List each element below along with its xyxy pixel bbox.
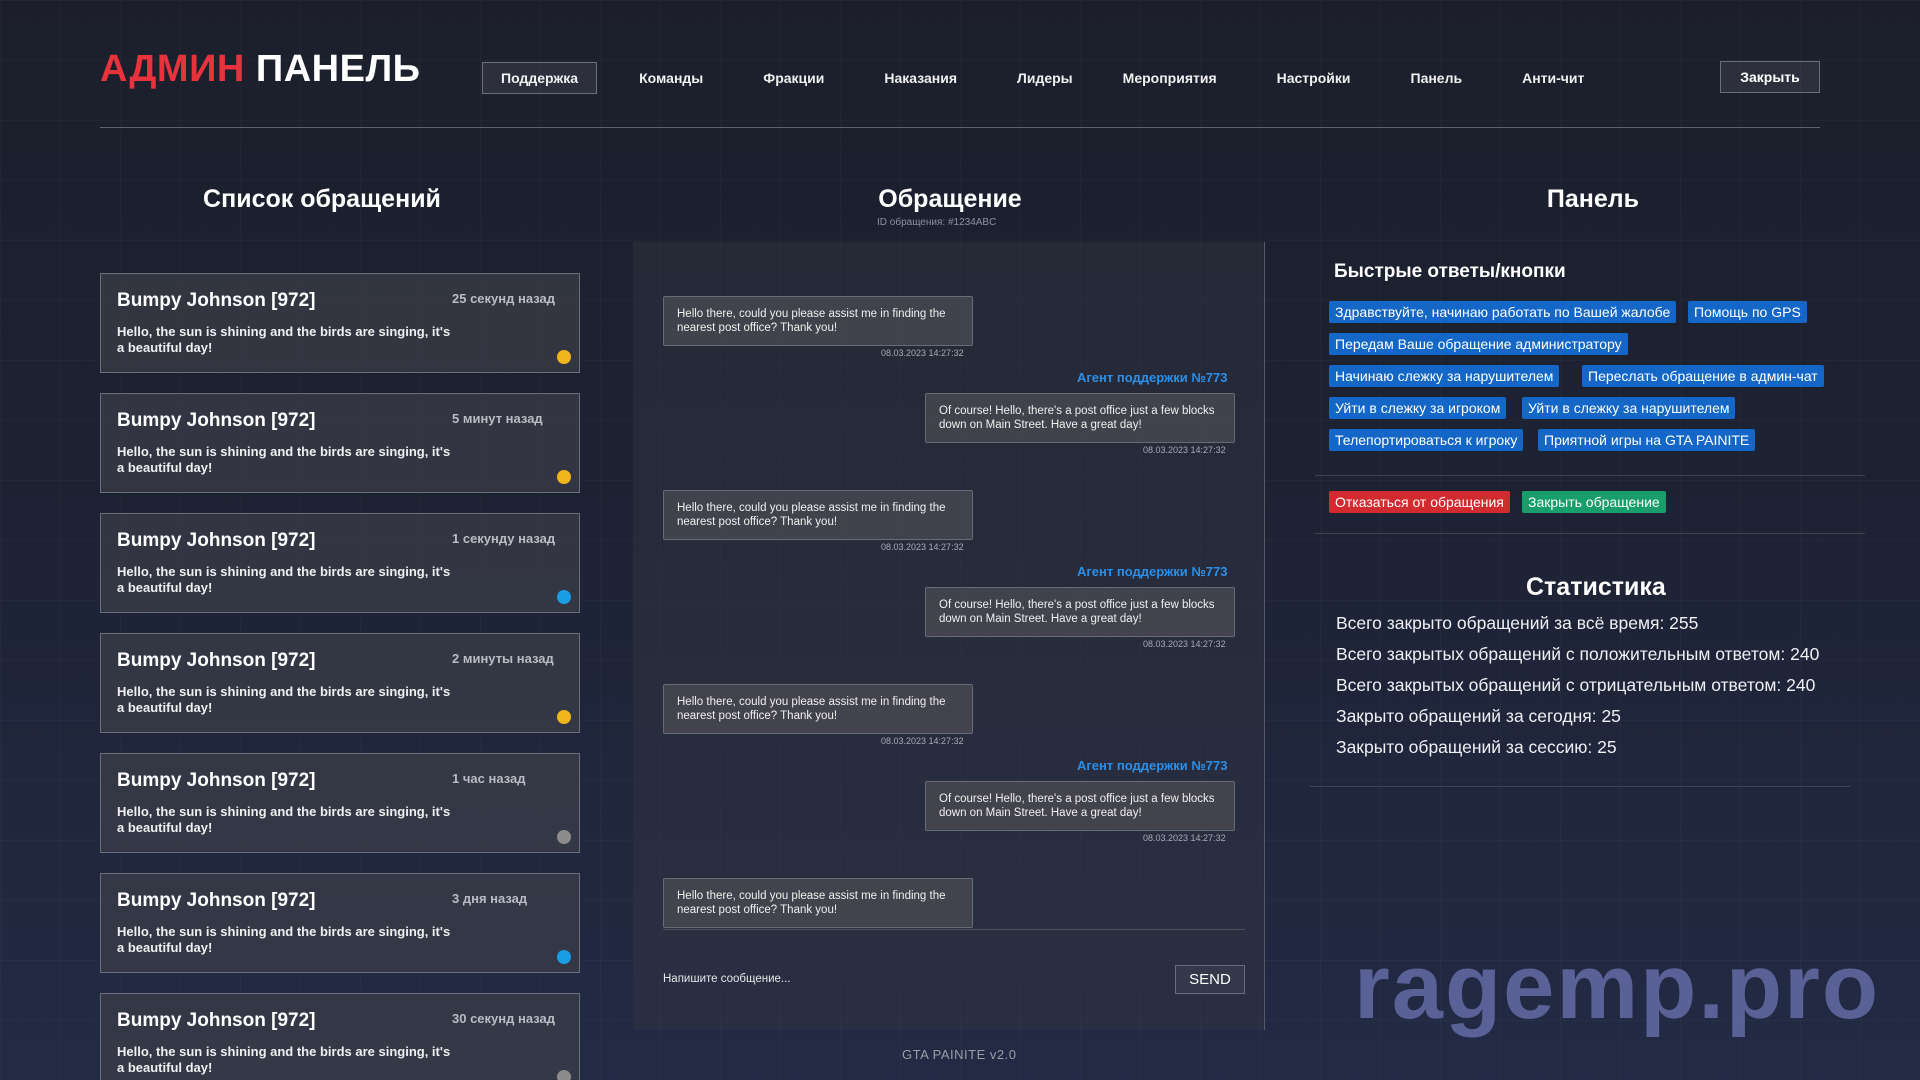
ticket-message: Hello, the sun is shining and the birds … [117,1044,451,1075]
quick-reply-button[interactable]: Помощь по GPS [1688,301,1807,323]
panel-divider [1315,475,1865,476]
stat-negative: Всего закрытых обращений с отрицательным… [1336,675,1816,695]
watermark: ragemp.pro [1354,936,1881,1038]
ticket-message: Hello, the sun is shining and the birds … [117,564,451,595]
status-dot-icon [557,350,571,364]
quick-reply-button[interactable]: Начинаю слежку за нарушителем [1329,365,1560,387]
ticket-time: 30 секунд назад [452,1011,555,1026]
user-message-bubble: Hello there, could you please assist me … [663,296,973,346]
status-dot-icon [557,710,571,724]
message-input[interactable]: Напишите сообщение... [663,973,790,985]
ticket-card[interactable]: Bumpy Johnson [972] 5 минут назад Hello,… [100,393,580,493]
close-ticket-button[interactable]: Закрыть обращение [1522,491,1666,513]
stats-title: Статистика [1526,573,1666,601]
ticket-message: Hello, the sun is shining and the birds … [117,444,451,475]
status-dot-icon [557,590,571,604]
chat-input-divider [663,929,1245,930]
ticket-time: 1 секунду назад [452,531,556,546]
stat-today: Закрыто обращений за сегодня: 25 [1336,706,1621,726]
stat-positive: Всего закрытых обращений с положительным… [1336,644,1820,664]
quick-reply-button[interactable]: Здравствуйте, начинаю работать по Вашей … [1329,301,1677,323]
panel-title: Панель [1546,185,1640,213]
agent-name: Агент поддержки №773 [1077,758,1228,773]
app-logo: АДМИН ПАНЕЛЬ [100,48,420,91]
message-timestamp: 08.03.2023 14:27:32 [1143,445,1226,455]
message-timestamp: 08.03.2023 14:27:32 [881,348,964,358]
ticket-card[interactable]: Bumpy Johnson [972] 3 дня назад Hello, t… [100,873,580,973]
chat-title: Обращение [878,185,1022,213]
ticket-username: Bumpy Johnson [972] [117,530,316,551]
ticket-time: 25 секунд назад [452,291,555,306]
header: АДМИН ПАНЕЛЬ Поддержка Команды Фракции Н… [100,48,1820,128]
status-dot-icon [557,950,571,964]
nav-events[interactable]: Мероприятия [1105,63,1235,93]
nav-leaders[interactable]: Лидеры [999,63,1091,93]
message-timestamp: 08.03.2023 14:27:32 [881,736,964,746]
quick-reply-button[interactable]: Передам Ваше обращение администратору [1329,333,1628,355]
logo-white-text: ПАНЕЛЬ [255,48,421,90]
ticket-username: Bumpy Johnson [972] [117,890,316,911]
ticket-message: Hello, the sun is shining and the birds … [117,924,451,955]
logo-red-text: АДМИН [100,48,245,90]
quick-reply-button[interactable]: Переслать обращение в админ-чат [1582,365,1824,387]
version-label: GTA PAINITE v2.0 [902,1047,1017,1062]
ticket-username: Bumpy Johnson [972] [117,650,316,671]
quick-reply-button[interactable]: Телепортироваться к игроку [1329,429,1524,451]
ticket-card[interactable]: Bumpy Johnson [972] 30 секунд назад Hell… [100,993,580,1080]
status-dot-icon [557,470,571,484]
ticket-message: Hello, the sun is shining and the birds … [117,684,451,715]
message-timestamp: 08.03.2023 14:27:32 [1143,833,1226,843]
quick-replies-title: Быстрые ответы/кнопки [1334,261,1566,282]
user-message-bubble: Hello there, could you please assist me … [663,878,973,928]
ticket-card[interactable]: Bumpy Johnson [972] 1 час назад Hello, t… [100,753,580,853]
status-dot-icon [557,1070,571,1080]
close-button[interactable]: Закрыть [1720,61,1820,93]
quick-reply-button[interactable]: Приятной игры на GTA PAINITE [1538,429,1756,451]
stat-total-closed: Всего закрыто обращений за всё время: 25… [1336,613,1699,633]
tickets-title: Список обращений [203,185,441,213]
ticket-card[interactable]: Bumpy Johnson [972] 2 минуты назад Hello… [100,633,580,733]
ticket-username: Bumpy Johnson [972] [117,410,316,431]
agent-message-bubble: Of course! Hello, there's a post office … [925,781,1235,831]
quick-reply-button[interactable]: Уйти в слежку за нарушителем [1522,397,1736,419]
agent-name: Агент поддержки №773 [1077,370,1228,385]
header-divider [100,127,1820,128]
ticket-message: Hello, the sun is shining and the birds … [117,324,451,355]
user-message-bubble: Hello there, could you please assist me … [663,490,973,540]
user-message-bubble: Hello there, could you please assist me … [663,684,973,734]
ticket-card[interactable]: Bumpy Johnson [972] 25 секунд назад Hell… [100,273,580,373]
tickets-list: Bumpy Johnson [972] 25 секунд назад Hell… [100,273,580,1080]
ticket-time: 2 минуты назад [452,651,554,666]
nav-punishments[interactable]: Наказания [866,63,975,93]
message-timestamp: 08.03.2023 14:27:32 [881,542,964,552]
agent-message-bubble: Of course! Hello, there's a post office … [925,393,1235,443]
status-dot-icon [557,830,571,844]
ticket-username: Bumpy Johnson [972] [117,1010,316,1031]
ticket-message: Hello, the sun is shining and the birds … [117,804,451,835]
ticket-username: Bumpy Johnson [972] [117,770,316,791]
ticket-id-label: ID обращения: #1234ABC [877,217,997,228]
quick-reply-button[interactable]: Уйти в слежку за игроком [1329,397,1507,419]
nav-support[interactable]: Поддержка [482,62,598,94]
ticket-time: 1 час назад [452,771,526,786]
panel-divider [1310,786,1850,787]
send-button[interactable]: SEND [1175,965,1245,994]
ticket-card[interactable]: Bumpy Johnson [972] 1 секунду назад Hell… [100,513,580,613]
nav-factions[interactable]: Фракции [745,63,842,93]
ticket-username: Bumpy Johnson [972] [117,290,316,311]
nav-panel[interactable]: Панель [1393,63,1481,93]
main-nav: Поддержка Команды Фракции Наказания Лиде… [482,62,1602,94]
message-timestamp: 08.03.2023 14:27:32 [1143,639,1226,649]
panel-divider [1315,533,1865,534]
ticket-time: 3 дня назад [452,891,528,906]
nav-anticheat[interactable]: Анти-чит [1504,63,1602,93]
ticket-time: 5 минут назад [452,411,543,426]
reject-ticket-button[interactable]: Отказаться от обращения [1329,491,1510,513]
nav-settings[interactable]: Настройки [1259,63,1369,93]
nav-commands[interactable]: Команды [621,63,721,93]
agent-message-bubble: Of course! Hello, there's a post office … [925,587,1235,637]
agent-name: Агент поддержки №773 [1077,564,1228,579]
stat-session: Закрыто обращений за сессию: 25 [1336,737,1617,757]
